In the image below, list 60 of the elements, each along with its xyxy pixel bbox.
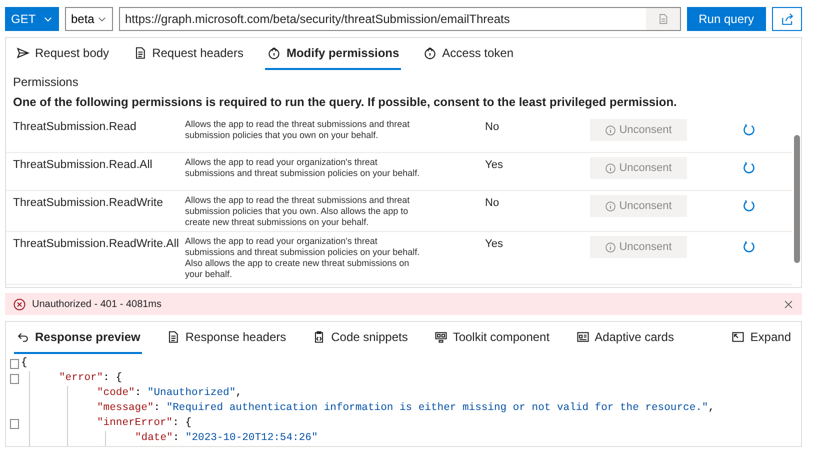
tab[interactable]: Response preview xyxy=(14,322,142,354)
lock-icon xyxy=(267,46,282,60)
code-line: "error": { xyxy=(59,370,122,386)
url-field[interactable]: https://graph.microsoft.com/beta/security/threatSubmission/emailThreats xyxy=(119,7,681,31)
code-line: "date": "2023-10-20T12:54:26" xyxy=(135,430,318,446)
fold-toggle[interactable] xyxy=(10,374,19,384)
fold-toggle[interactable] xyxy=(10,358,19,368)
copy-button[interactable] xyxy=(646,8,680,30)
share-icon xyxy=(780,12,794,26)
version-dropdown[interactable]: beta xyxy=(65,7,113,31)
tab[interactable]: Adaptive cards xyxy=(574,322,676,354)
refresh-icon[interactable] xyxy=(742,161,756,175)
permission-name: ThreatSubmission.Read xyxy=(13,120,138,135)
info-icon xyxy=(605,242,616,253)
admin-consent-value: No xyxy=(484,120,500,135)
code-line: "innerError": { xyxy=(97,416,192,431)
admin-consent-value: Yes xyxy=(484,237,504,252)
permission-name: ThreatSubmission.Read.All xyxy=(13,158,154,173)
code-line: "code": "Unauthorized", xyxy=(97,386,242,401)
admin-consent-value: Yes xyxy=(484,158,504,173)
permission-name: ThreatSubmission.ReadWrite.All xyxy=(13,237,180,252)
permission-name: ThreatSubmission.ReadWrite xyxy=(13,196,164,211)
section-title: Permissions xyxy=(12,74,80,91)
document-icon xyxy=(656,13,669,25)
tab[interactable]: Response headers xyxy=(164,322,288,354)
info-icon xyxy=(605,200,616,212)
run-query-button[interactable]: Run query xyxy=(686,7,766,31)
tab[interactable]: Request headers xyxy=(131,38,246,70)
document-icon xyxy=(166,330,180,344)
admin-consent-value: No xyxy=(484,196,500,211)
share-button[interactable] xyxy=(772,7,802,31)
close-icon[interactable] xyxy=(783,298,794,310)
error-icon xyxy=(13,298,26,310)
refresh-icon[interactable] xyxy=(742,199,756,213)
method-dropdown[interactable]: GET xyxy=(5,7,59,31)
fold-toggle[interactable] xyxy=(10,418,19,428)
refresh-icon[interactable] xyxy=(742,240,756,254)
tab[interactable]: Modify permissions xyxy=(265,38,402,70)
component-icon xyxy=(434,330,448,344)
info-icon xyxy=(605,162,616,174)
document-icon xyxy=(133,46,148,60)
tab[interactable]: Toolkit component xyxy=(432,322,552,354)
status-text: Unauthorized - 401 - 4081ms xyxy=(32,298,162,312)
card-icon xyxy=(576,330,590,344)
permissions-note: One of the following permissions is required to run the query. If possible, consent to the least privileged permission. xyxy=(12,94,678,111)
lock-icon xyxy=(423,46,438,60)
permission-description: Allows the app to read the threat submissions and threat submission policies that you own. Also allows the app to create new threat submissions on your behalf. xyxy=(185,195,411,228)
code-line: "message": "Required authentication information is either missing or not valid for the resource.", xyxy=(97,400,715,416)
permission-description: Allows the app to read the threat submissions and threat submission policies that you own on your behalf. xyxy=(185,119,411,141)
info-icon xyxy=(605,124,616,136)
tab[interactable]: Access token xyxy=(421,38,516,70)
tab[interactable]: Request body xyxy=(14,38,112,70)
refresh-icon[interactable] xyxy=(742,123,756,137)
tab[interactable]: Code snippets xyxy=(310,322,410,354)
permission-description: Allows the app to read your organization's threat submissions and threat submission policies on your behalf. Also allows the app to create new threat submissions on your behalf. xyxy=(185,236,421,280)
code-line: { xyxy=(21,356,28,371)
permission-description: Allows the app to read your organization's threat submissions and threat submission policies on your behalf. xyxy=(185,157,421,179)
send-icon xyxy=(16,46,30,60)
expand-button[interactable]: Expand xyxy=(729,322,793,354)
expand-icon xyxy=(731,330,746,344)
